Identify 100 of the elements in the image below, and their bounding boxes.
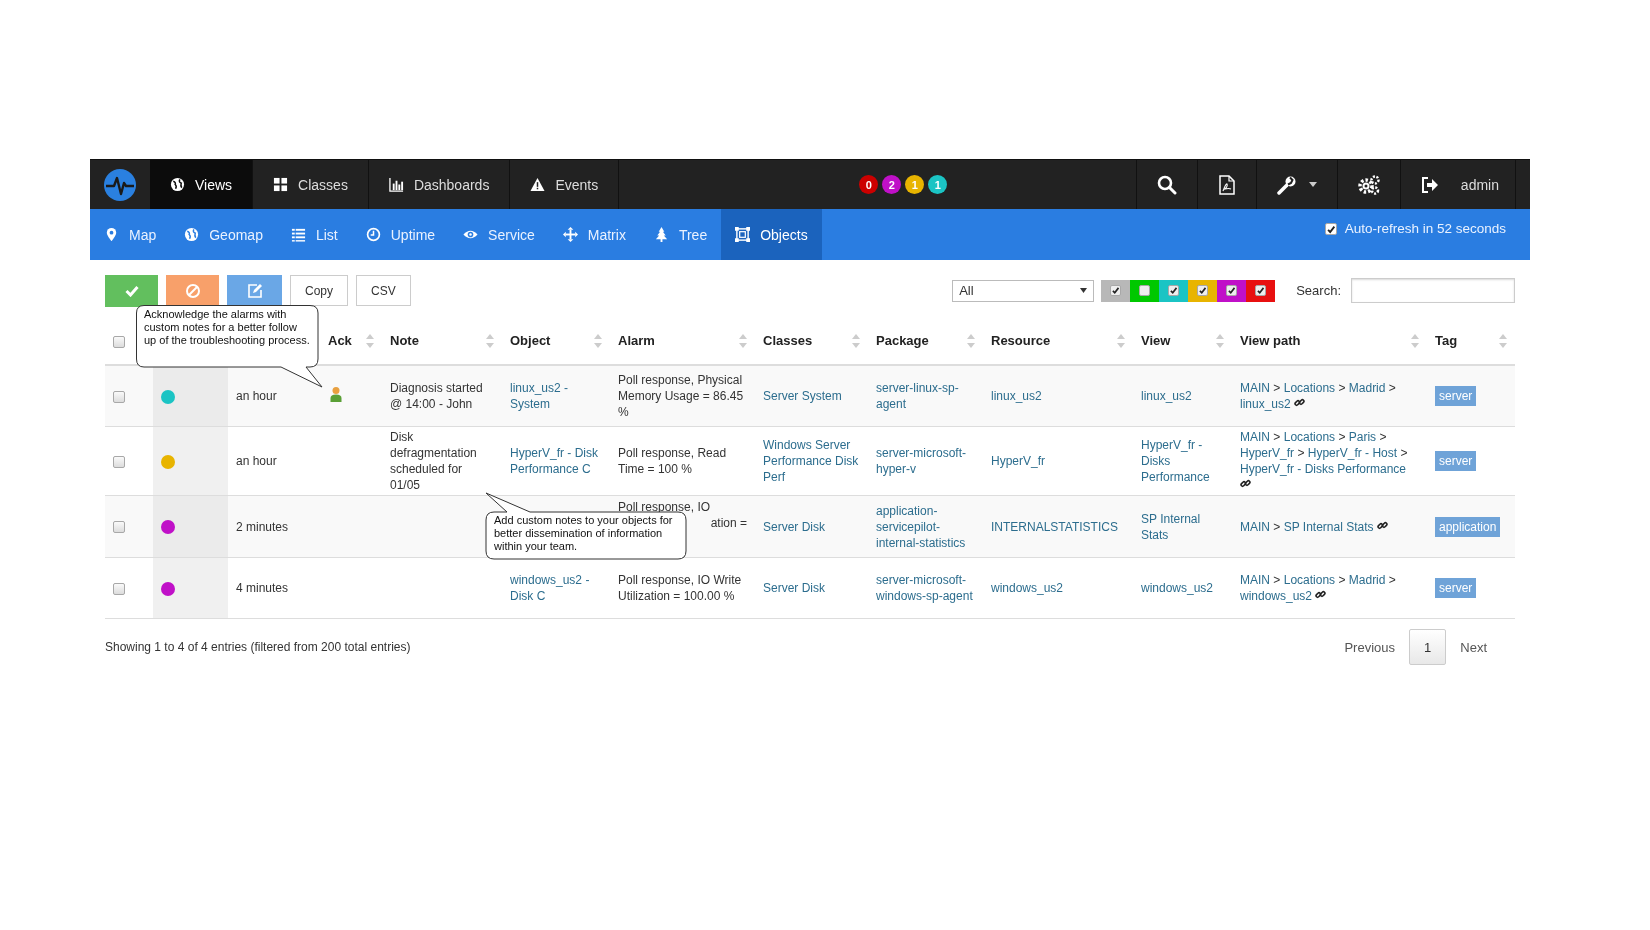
column-header[interactable]: Ack — [328, 333, 352, 348]
path-separator: > — [1273, 381, 1281, 395]
alarm-count-badge[interactable]: 2 — [882, 175, 902, 194]
view-tab[interactable]: List — [276, 209, 352, 260]
pagination-button[interactable]: Next — [1446, 629, 1501, 665]
chain-link-icon — [1376, 519, 1388, 531]
globe-icon — [170, 177, 185, 192]
link[interactable]: server-microsoft-windows-sp-agent — [876, 572, 975, 604]
view-tab[interactable]: Objects — [721, 209, 822, 260]
checkbox[interactable] — [113, 335, 125, 348]
path-link[interactable]: MAIN — [1240, 430, 1270, 444]
column-header[interactable]: View path — [1240, 333, 1301, 348]
checkbox[interactable] — [1324, 223, 1337, 235]
link[interactable]: windows_us2 — [1141, 580, 1224, 596]
path-separator: > — [1338, 573, 1346, 587]
view-tab[interactable]: Uptime — [351, 209, 450, 260]
view-tab[interactable]: Geomap — [170, 209, 277, 260]
column-header[interactable]: Note — [390, 333, 419, 348]
column-header[interactable]: Object — [510, 333, 551, 348]
pagination-button[interactable]: Previous — [1330, 629, 1410, 665]
checkbox[interactable] — [113, 521, 125, 534]
checkbox[interactable] — [1168, 285, 1180, 296]
pagination-button[interactable]: 1 — [1409, 629, 1447, 665]
checkbox[interactable] — [1255, 285, 1267, 296]
path-link[interactable]: MAIN — [1240, 573, 1270, 587]
path-link[interactable]: windows_us2 — [1240, 589, 1313, 603]
link[interactable]: windows_us2 — [991, 580, 1125, 596]
table-cell: 4 minutes — [236, 581, 289, 595]
link[interactable]: Server Disk — [763, 580, 860, 596]
link[interactable]: server-microsoft-hyper-v — [876, 445, 975, 477]
objects-icon — [735, 227, 751, 242]
checkbox[interactable] — [113, 390, 125, 403]
export-button[interactable]: CSV — [356, 275, 411, 306]
chain-link-icon — [1294, 397, 1306, 408]
path-link[interactable]: HyperV_fr — [1240, 446, 1295, 460]
table-cell: ation = — [710, 516, 747, 530]
link[interactable]: windows_us2 - Disk C — [510, 572, 602, 604]
sort-icon — [1216, 333, 1224, 348]
path-link[interactable]: linux_us2 — [1240, 397, 1291, 411]
path-link[interactable]: SP Internal Stats — [1283, 519, 1374, 534]
link[interactable]: HyperV_fr - Disk Performance C — [510, 445, 602, 477]
view-tab[interactable]: Service — [449, 209, 549, 260]
severity-filter[interactable] — [1159, 279, 1189, 302]
sort-icon — [967, 333, 975, 348]
check-icon — [124, 284, 139, 297]
checkbox[interactable] — [1226, 285, 1238, 296]
severity-filter[interactable] — [1101, 279, 1131, 302]
pdf-document-icon — [1217, 174, 1236, 195]
view-tab[interactable]: Tree — [639, 209, 722, 260]
path-link[interactable]: MAIN — [1240, 519, 1270, 534]
checkbox[interactable] — [1110, 285, 1122, 296]
path-separator: > — [1338, 430, 1346, 444]
path-separator: > — [1297, 446, 1305, 460]
entries-info: Showing 1 to 4 of 4 entries (filtered from 200 total entries) — [105, 640, 411, 654]
path-link[interactable]: Locations — [1283, 430, 1336, 444]
column-header[interactable]: Package — [876, 333, 929, 348]
column-header[interactable]: Tag — [1435, 333, 1458, 348]
path-link[interactable]: Madrid — [1348, 573, 1386, 587]
globe-icon — [184, 227, 200, 242]
chain-link-icon — [1315, 589, 1327, 600]
logo-icon — [103, 167, 137, 202]
column-header[interactable]: View — [1141, 333, 1171, 348]
export-button[interactable]: Copy — [290, 275, 348, 306]
chain-link-icon — [1240, 478, 1251, 489]
wrench-icon — [1276, 174, 1297, 195]
path-link[interactable]: Locations — [1283, 573, 1336, 587]
path-link[interactable]: MAIN — [1240, 381, 1270, 395]
edit-icon — [246, 282, 263, 299]
path-link[interactable]: Paris — [1348, 430, 1377, 444]
path-separator: > — [1400, 446, 1408, 460]
column-header[interactable]: Alarm — [618, 333, 655, 348]
filter-dropdown[interactable]: All — [952, 279, 1095, 302]
column-header[interactable]: Resource — [991, 333, 1051, 348]
search-icon — [1156, 174, 1177, 195]
path-link[interactable]: Madrid — [1348, 381, 1386, 395]
link[interactable]: HyperV_fr — [991, 453, 1125, 469]
clock-icon — [365, 227, 381, 242]
menu-tab[interactable]: Views — [150, 160, 254, 209]
path-separator: > — [1388, 573, 1396, 587]
checkbox[interactable] — [1139, 285, 1151, 296]
column-header[interactable]: Classes — [763, 333, 813, 348]
checkbox[interactable] — [113, 582, 125, 595]
link[interactable]: HyperV_fr - Disks Performance — [1141, 437, 1224, 485]
search-field[interactable] — [1351, 278, 1515, 303]
alarm-count-badge[interactable]: 0 — [859, 175, 879, 194]
severity-filter[interactable] — [1188, 279, 1218, 302]
link[interactable]: Windows Server Performance Disk Perf — [763, 437, 860, 485]
warning-icon — [530, 177, 546, 192]
checkbox[interactable] — [1197, 285, 1209, 296]
clear-button[interactable] — [166, 274, 219, 307]
view-tab[interactable]: Matrix — [548, 209, 640, 260]
view-tab[interactable]: Map — [90, 209, 171, 260]
severity-filter[interactable] — [1217, 279, 1247, 302]
edit-note-button[interactable] — [227, 274, 282, 307]
severity-filter[interactable] — [1246, 279, 1276, 302]
path-link[interactable]: HyperV_fr - Disks Performance — [1240, 462, 1407, 476]
path-link[interactable]: HyperV_fr - Host — [1307, 446, 1398, 460]
checkbox[interactable] — [113, 455, 125, 468]
ban-icon — [184, 282, 201, 299]
path-link[interactable]: Locations — [1283, 381, 1336, 395]
